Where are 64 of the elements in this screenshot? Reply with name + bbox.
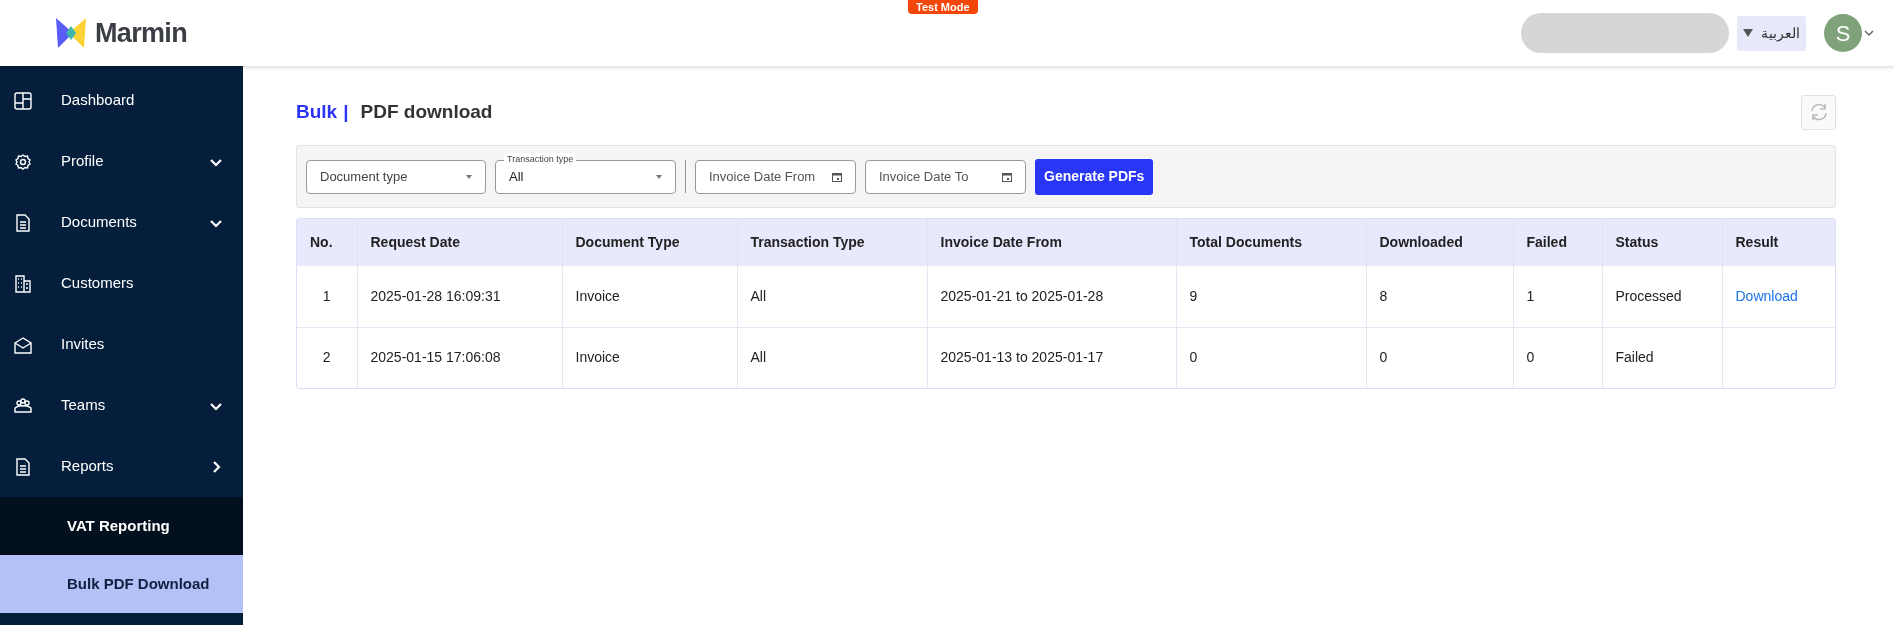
- search-field[interactable]: [1521, 13, 1729, 53]
- date-to-field[interactable]: Invoice Date To: [865, 159, 1026, 194]
- document-icon: [13, 212, 33, 233]
- refresh-icon: [1808, 103, 1829, 121]
- caret-icon: [466, 174, 472, 179]
- calendar-icon: [832, 171, 842, 182]
- page-title: PDF download: [360, 99, 493, 124]
- field-label: Transaction type: [504, 152, 577, 165]
- table-cell: Failed: [1602, 327, 1722, 388]
- table-cell: 2025-01-13 to 2025-01-17: [927, 327, 1176, 388]
- table-cell: 2025-01-15 17:06:08: [357, 327, 562, 388]
- table-cell: Invoice: [562, 266, 737, 327]
- column-header: Request Date: [357, 219, 562, 266]
- column-header: Result: [1722, 219, 1835, 266]
- sidebar-item[interactable]: Dashboard: [0, 70, 243, 131]
- table-cell: 0: [1176, 327, 1366, 388]
- sidebar-subitem[interactable]: VAT Reporting: [0, 497, 243, 555]
- calendar-icon: [1002, 171, 1012, 182]
- date-from-field[interactable]: Invoice Date From: [695, 159, 856, 194]
- language-selector[interactable]: العربية: [1737, 15, 1806, 51]
- table-cell: All: [737, 327, 927, 388]
- sidebar-item[interactable]: Documents: [0, 192, 243, 253]
- column-header: Downloaded: [1366, 219, 1513, 266]
- sidebar-subitem[interactable]: Bulk PDF Download: [0, 555, 243, 613]
- column-header: Total Documents: [1176, 219, 1366, 266]
- dashboard-icon: [13, 90, 33, 111]
- logo-text: Marmin: [95, 16, 187, 50]
- generate-pdfs-button[interactable]: Generate PDFs: [1035, 158, 1154, 195]
- table-cell: 1: [1513, 266, 1602, 327]
- document-type-select[interactable]: Document type: [306, 159, 486, 194]
- column-header: Status: [1602, 219, 1722, 266]
- table-cell: All: [737, 266, 927, 327]
- test-mode-badge: Test Mode: [908, 0, 978, 14]
- column-header: Failed: [1513, 219, 1602, 266]
- caret-icon: [1743, 29, 1753, 37]
- table-cell: 0: [1366, 327, 1513, 388]
- sidebar-item[interactable]: Profile: [0, 131, 243, 192]
- document-icon: [13, 456, 33, 477]
- column-header: No.: [297, 219, 357, 266]
- sidebar-item[interactable]: Reports: [0, 436, 243, 497]
- column-header: Document Type: [562, 219, 737, 266]
- breadcrumb-separator: |: [343, 99, 349, 124]
- column-header: Transaction Type: [737, 219, 927, 266]
- team-icon: [13, 395, 33, 416]
- table-cell: 1: [297, 266, 357, 327]
- table-cell: 2025-01-21 to 2025-01-28: [927, 266, 1176, 327]
- building-icon: [13, 273, 33, 294]
- table-cell: 9: [1176, 266, 1366, 327]
- caret-icon: [656, 174, 662, 179]
- table-cell: 2: [297, 327, 357, 388]
- logo-icon: [55, 16, 87, 50]
- table-cell: 8: [1366, 266, 1513, 327]
- table-cell: 2025-01-28 16:09:31: [357, 266, 562, 327]
- sidebar-item[interactable]: Customers: [0, 253, 243, 314]
- download-link[interactable]: Download: [1735, 287, 1798, 304]
- envelope-icon: [13, 334, 33, 355]
- sidebar-item[interactable]: Teams: [0, 375, 243, 436]
- table-cell: Processed: [1602, 266, 1722, 327]
- sidebar-item[interactable]: Invites: [0, 314, 243, 375]
- breadcrumb-link[interactable]: Bulk: [296, 97, 338, 127]
- table-cell: 0: [1513, 327, 1602, 388]
- table-cell: Invoice: [562, 327, 737, 388]
- settings-icon: [13, 151, 33, 172]
- column-header: Invoice Date From: [927, 219, 1176, 266]
